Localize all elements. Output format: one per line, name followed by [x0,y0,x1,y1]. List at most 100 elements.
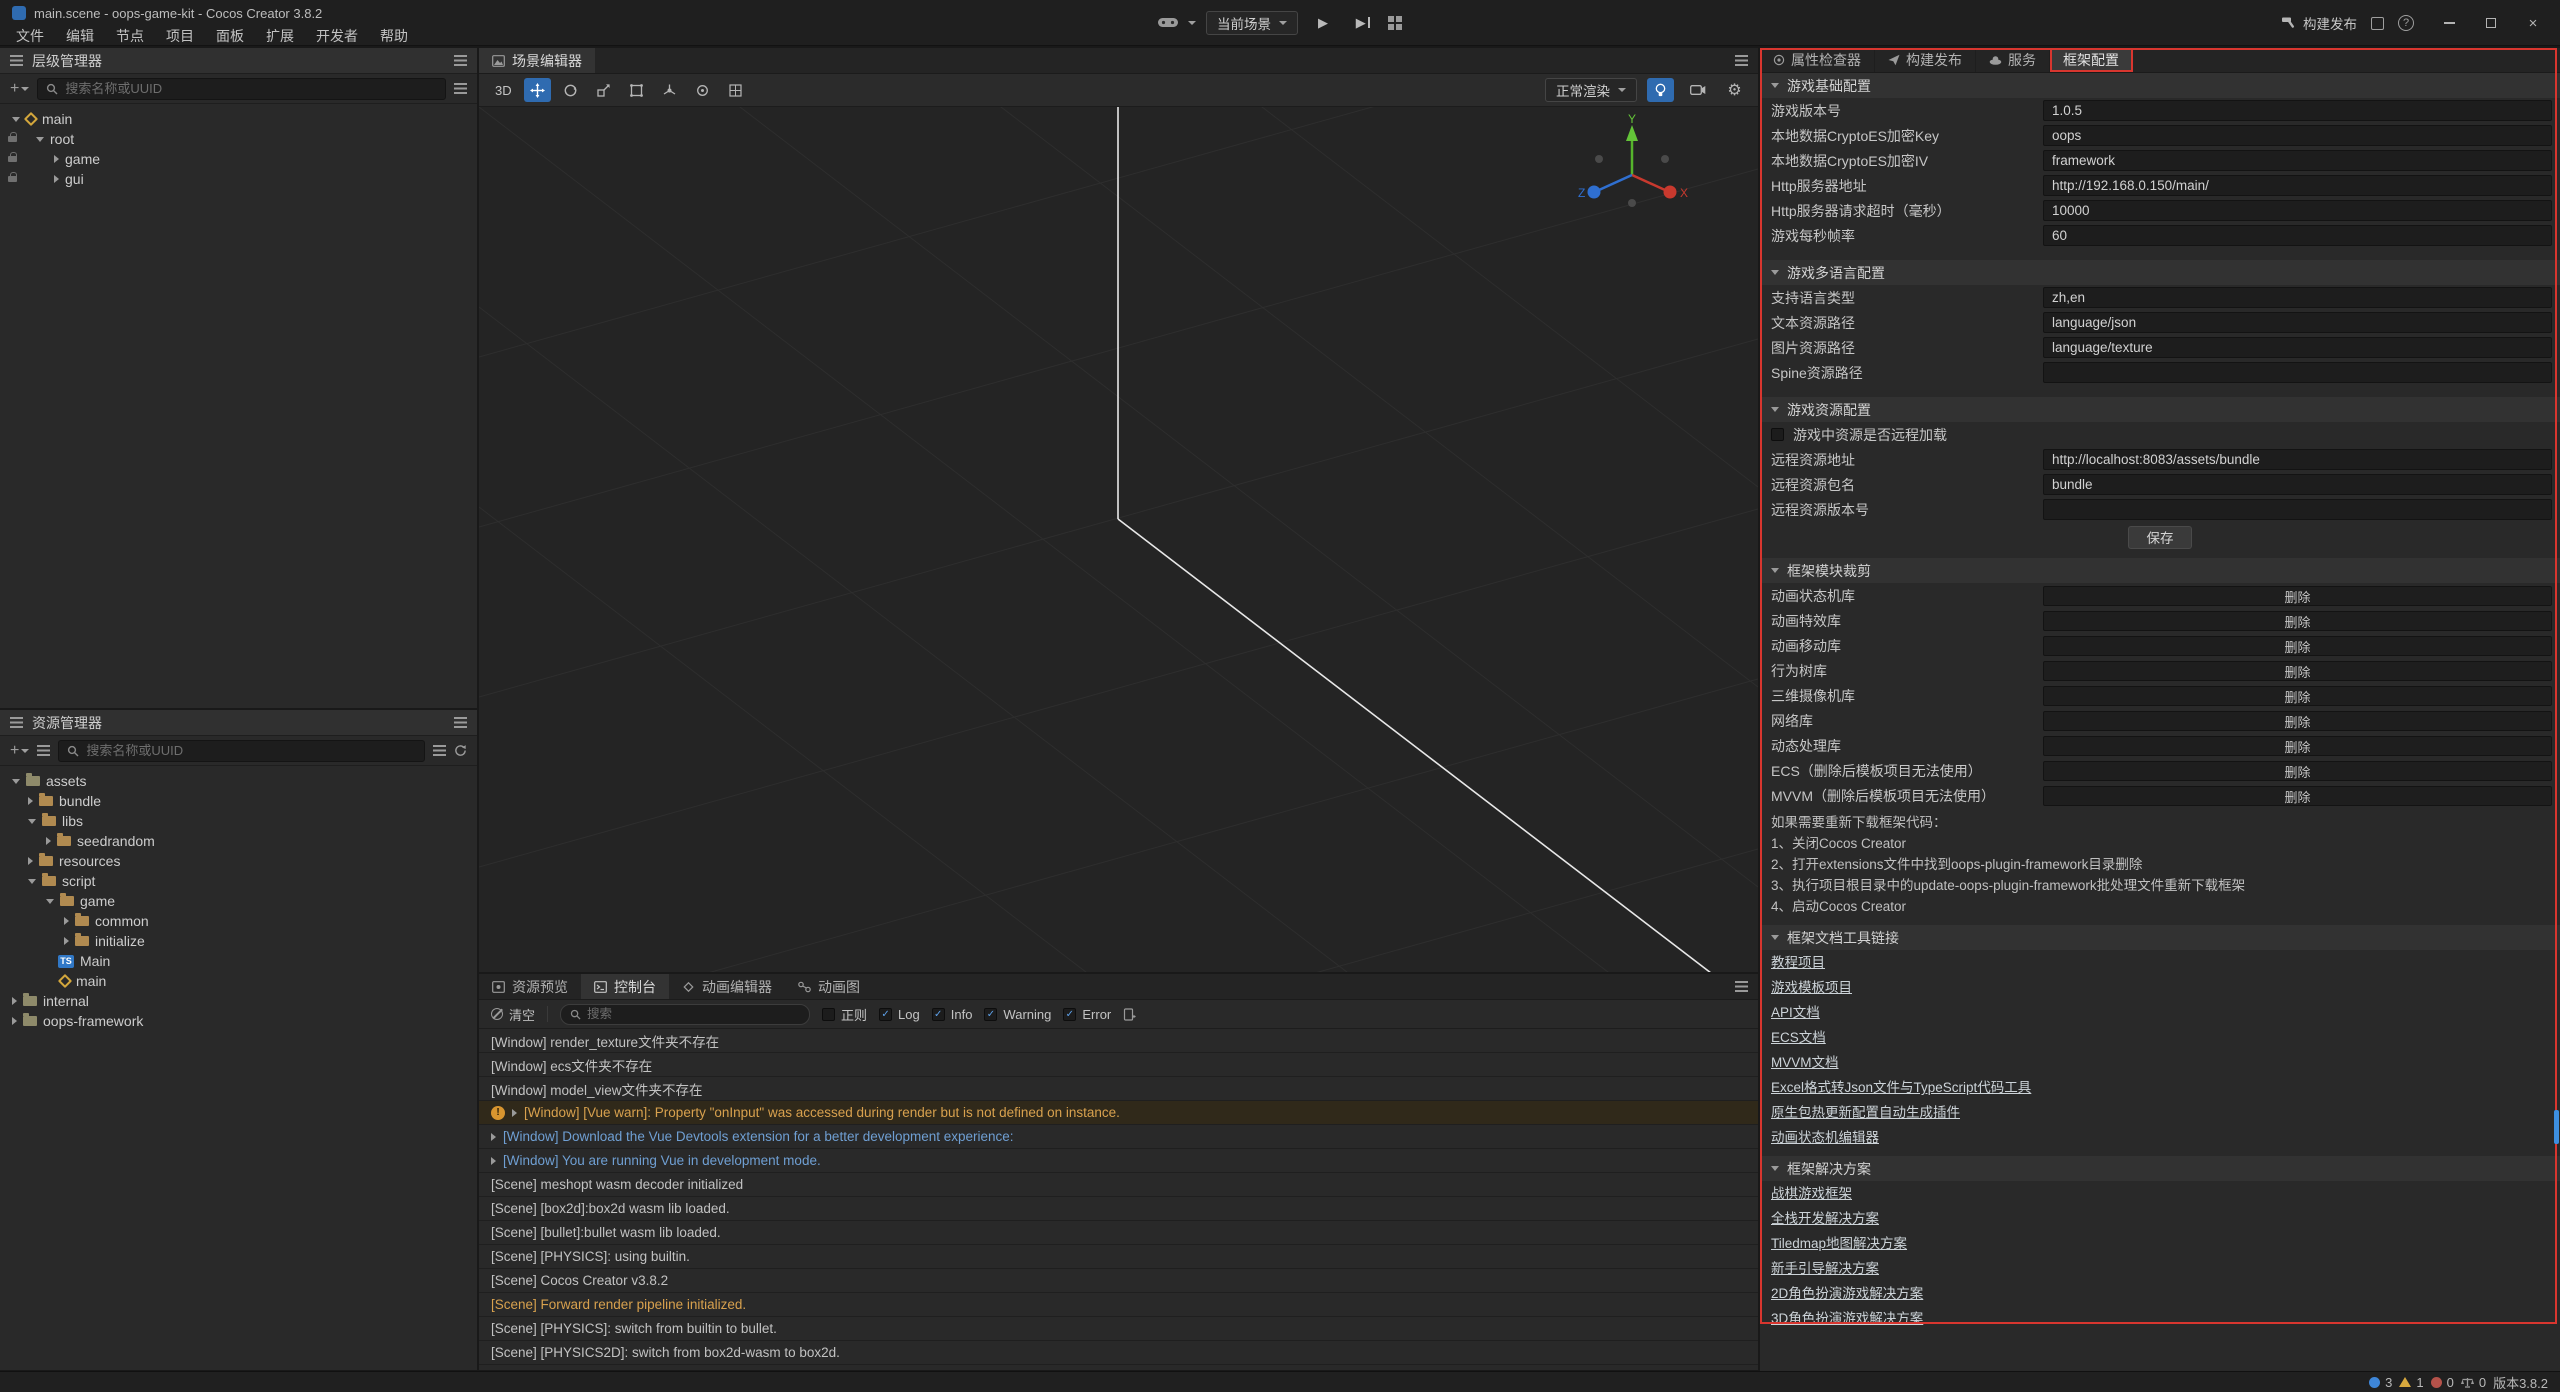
panel-menu-icon[interactable] [1735,55,1748,66]
chevron-right-icon[interactable] [54,155,59,163]
crypto-key-input[interactable] [2043,125,2552,146]
doc-link-hotupdate-plugin[interactable]: 原生包热更新配置自动生成插件 [1760,1100,2560,1125]
scene-viewport[interactable]: Y X Z [479,107,1758,972]
task-count[interactable]: 0 [2461,1375,2486,1390]
solution-link-2drpg[interactable]: 2D角色扮演游戏解决方案 [1760,1281,2560,1306]
error-count[interactable]: 0 [2431,1375,2454,1390]
expand-icon[interactable] [491,1157,496,1165]
delete-button[interactable]: 删除 [2043,711,2552,731]
chevron-right-icon[interactable] [64,917,69,925]
layout-grid-icon[interactable] [1388,16,1402,30]
tab-console[interactable]: 控制台 [581,974,669,999]
chevron-right-icon[interactable] [28,797,33,805]
game-version-input[interactable] [2043,100,2552,121]
filter-icon[interactable] [433,745,446,756]
filter-warning[interactable]: ✓ Warning [984,1007,1051,1022]
menu-developer[interactable]: 开发者 [306,24,368,48]
chevron-right-icon[interactable] [12,997,17,1005]
log-row-warning[interactable]: ! [Window] [Vue warn]: Property "onInput… [479,1101,1758,1125]
chevron-right-icon[interactable] [12,1017,17,1025]
rotate-tool[interactable] [557,78,584,102]
remote-bundle-input[interactable] [2043,474,2552,495]
expand-icon[interactable] [512,1109,517,1117]
log-row-warning[interactable]: [Scene] Forward render pipeline initiali… [479,1293,1758,1317]
menu-extension[interactable]: 扩展 [256,24,304,48]
filter-icon[interactable] [454,83,467,94]
spine-path-input[interactable] [2043,362,2552,383]
chevron-right-icon[interactable] [46,837,51,845]
expand-icon[interactable] [491,1133,496,1141]
asset-node-libs[interactable]: libs [0,811,477,831]
save-button[interactable]: 保存 [2128,526,2192,549]
tab-animation-graph[interactable]: 动画图 [785,974,873,999]
refresh-icon[interactable] [454,744,467,757]
crypto-iv-input[interactable] [2043,150,2552,171]
close-button[interactable]: × [2512,6,2554,40]
asset-node-oops-framework[interactable]: oops-framework [0,1011,477,1031]
lock-icon[interactable] [8,176,17,182]
asset-node-internal[interactable]: internal [0,991,477,1011]
assets-searchbox[interactable] [58,740,425,762]
asset-node-main-scene[interactable]: main [0,971,477,991]
scale-tool[interactable] [590,78,617,102]
log-row[interactable]: [Scene] [PHYSICS]: using builtin. [479,1245,1758,1269]
section-game-resource[interactable]: 游戏资源配置 [1760,397,2560,422]
step-button[interactable]: ▶ [1348,11,1378,35]
menu-help[interactable]: 帮助 [370,24,418,48]
gamepad-icon[interactable] [1158,16,1178,29]
pivot-toggle[interactable] [689,78,716,102]
asset-node-main-ts[interactable]: TSMain [0,951,477,971]
delete-button[interactable]: 删除 [2043,611,2552,631]
gear-icon[interactable]: ⚙ [1721,78,1748,102]
frame-rate-input[interactable] [2043,225,2552,246]
chevron-right-icon[interactable] [28,857,33,865]
remote-version-input[interactable] [2043,499,2552,520]
texture-path-input[interactable] [2043,337,2552,358]
hierarchy-search-input[interactable] [65,81,437,96]
hierarchy-searchbox[interactable] [37,78,446,100]
log-row[interactable]: [Scene] meshopt wasm decoder initialized [479,1173,1758,1197]
section-game-basic[interactable]: 游戏基础配置 [1760,73,2560,98]
play-button[interactable]: ▶ [1308,11,1338,35]
tab-service[interactable]: 服务 [1976,48,2050,72]
http-server-input[interactable] [2043,175,2552,196]
tree-node-gui[interactable]: gui [0,169,477,189]
chevron-right-icon[interactable] [54,175,59,183]
menu-edit[interactable]: 编辑 [56,24,104,48]
doc-link-template[interactable]: 游戏模板项目 [1760,975,2560,1000]
log-count[interactable]: 3 [2369,1375,2392,1390]
solution-link-3drpg[interactable]: 3D角色扮演游戏解决方案 [1760,1306,2560,1331]
asset-node-game[interactable]: game [0,891,477,911]
lock-icon[interactable] [8,156,17,162]
doc-link-excel-tool[interactable]: Excel格式转Json文件与TypeScript代码工具 [1760,1075,2560,1100]
tree-node-game[interactable]: game [0,149,477,169]
package-icon[interactable] [2371,17,2384,30]
console-search-input[interactable] [587,1007,800,1021]
hierarchy-header[interactable]: 层级管理器 [0,48,477,74]
chevron-down-icon[interactable] [46,899,54,904]
camera-icon[interactable] [1684,78,1711,102]
log-row[interactable]: [Scene] Cocos Creator v3.8.2 [479,1269,1758,1293]
asset-node-assets[interactable]: assets [0,771,477,791]
warning-count[interactable]: 1 [2399,1375,2423,1390]
tab-asset-preview[interactable]: 资源预览 [479,974,581,999]
section-multi-language[interactable]: 游戏多语言配置 [1760,260,2560,285]
minimize-button[interactable] [2428,6,2470,40]
assets-header[interactable]: 资源管理器 [0,710,477,736]
menu-node[interactable]: 节点 [106,24,154,48]
chevron-down-icon[interactable] [28,879,36,884]
chevron-down-icon[interactable] [28,819,36,824]
delete-button[interactable]: 删除 [2043,736,2552,756]
chevron-right-icon[interactable] [64,937,69,945]
asset-node-common[interactable]: common [0,911,477,931]
asset-node-script[interactable]: script [0,871,477,891]
asset-node-seedrandom[interactable]: seedrandom [0,831,477,851]
doc-link-animator-editor[interactable]: 动画状态机编辑器 [1760,1125,2560,1150]
tab-property-inspector[interactable]: 属性检查器 [1760,48,1875,72]
solution-link-tiledmap[interactable]: Tiledmap地图解决方案 [1760,1231,2560,1256]
assets-search-input[interactable] [86,743,416,758]
log-row[interactable]: [Window] render_texture文件夹不存在 [479,1029,1758,1053]
tab-animation-editor[interactable]: 动画编辑器 [669,974,785,999]
asset-node-bundle[interactable]: bundle [0,791,477,811]
section-module-trim[interactable]: 框架模块裁剪 [1760,558,2560,583]
